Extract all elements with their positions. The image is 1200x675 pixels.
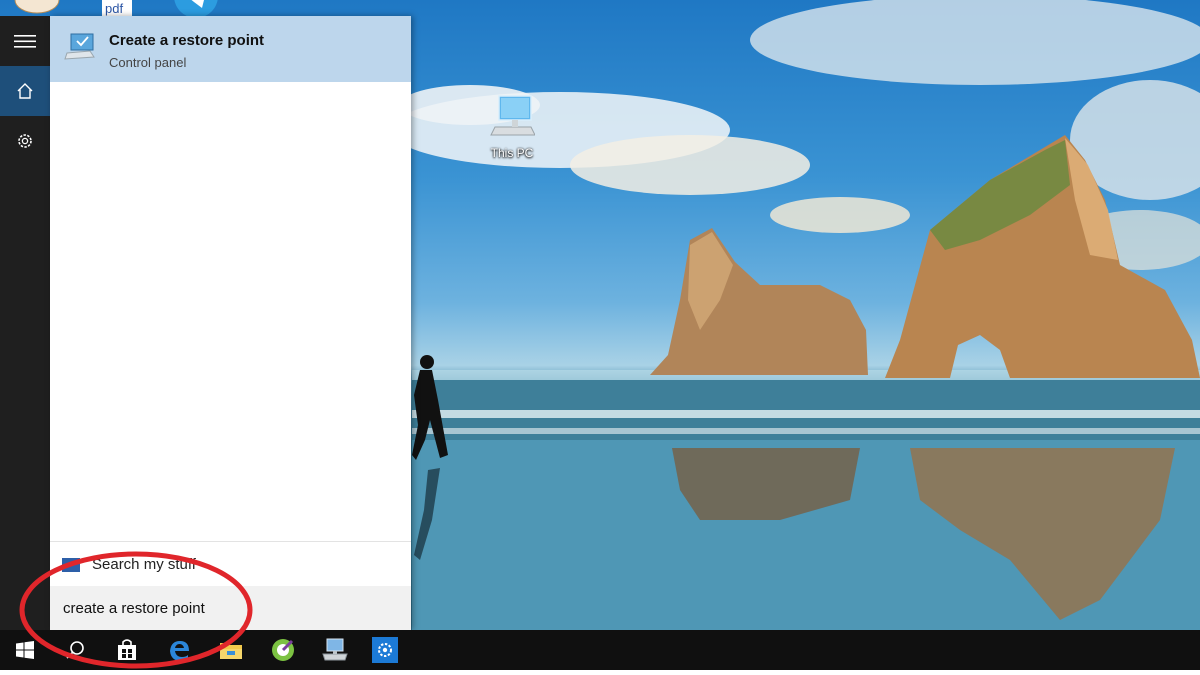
search-icon [66,641,84,659]
settings-icon [372,637,398,663]
search-my-stuff-label: Search my stuff [92,556,196,573]
settings-gear-icon [18,134,32,148]
result-title: Create a restore point [109,32,265,49]
file-explorer-icon [220,643,242,659]
best-match-result[interactable]: Create a restore point Control panel [50,16,411,82]
green-app-icon [272,639,294,661]
windows-search-icon [62,558,80,572]
edge-icon [170,641,189,661]
green-app-button[interactable] [259,630,307,670]
home-button[interactable] [0,66,50,116]
file-explorer-button[interactable] [207,630,255,670]
search-results-panel: Create a restore point Control panel Sea… [50,16,411,630]
store-button[interactable] [103,630,151,670]
hamburger-menu-icon [14,35,36,48]
this-pc-desktop-icon[interactable]: This PC [480,93,544,160]
start-menu-rail [0,16,50,630]
store-icon [118,639,136,660]
search-my-stuff-item[interactable]: Search my stuff [50,541,411,587]
taskbar-search-button[interactable] [51,630,99,670]
settings-taskbar-button[interactable] [361,630,409,670]
bottom-edge [0,670,1200,675]
network-computer-icon [322,638,348,661]
home-icon [17,83,33,99]
windows-start-icon [16,641,34,659]
this-pc-label: This PC [490,146,534,160]
network-computer-button[interactable] [311,630,359,670]
this-pc-icon [490,95,536,136]
search-input[interactable] [50,586,411,630]
pdf-label: pdf [105,1,123,16]
computer-shield-icon [64,31,98,66]
edge-button[interactable] [155,630,203,670]
settings-button[interactable] [0,116,50,166]
taskbar [0,630,1200,670]
hamburger-menu-button[interactable] [0,16,50,66]
result-subtitle: Control panel [109,55,187,70]
start-button[interactable] [1,630,49,670]
